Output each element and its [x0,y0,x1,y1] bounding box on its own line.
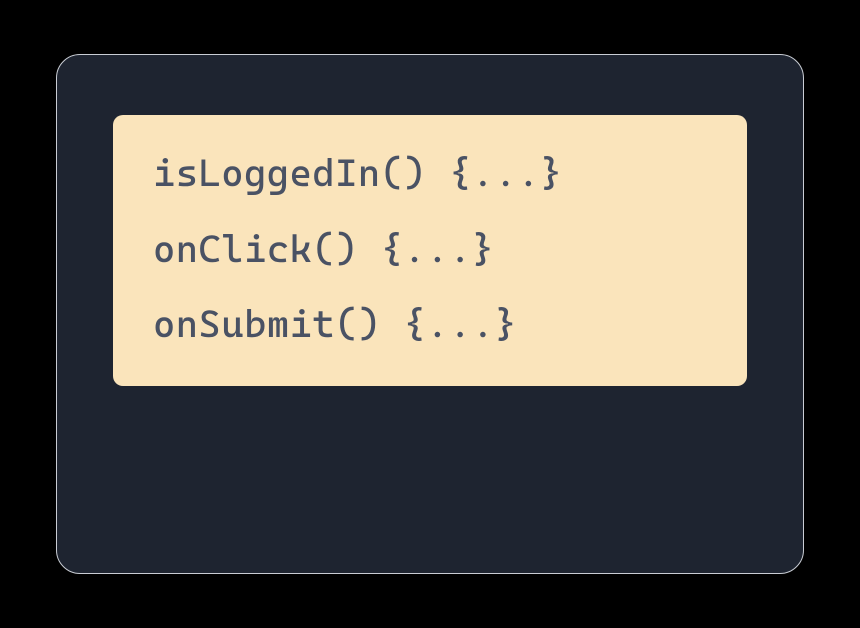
code-panel: isLoggedIn() {...} onClick() {...} onSub… [56,54,804,574]
code-box: isLoggedIn() {...} onClick() {...} onSub… [113,115,747,386]
code-line: isLoggedIn() {...} [153,151,707,197]
code-line: onSubmit() {...} [153,302,707,348]
code-line: onClick() {...} [153,227,707,273]
